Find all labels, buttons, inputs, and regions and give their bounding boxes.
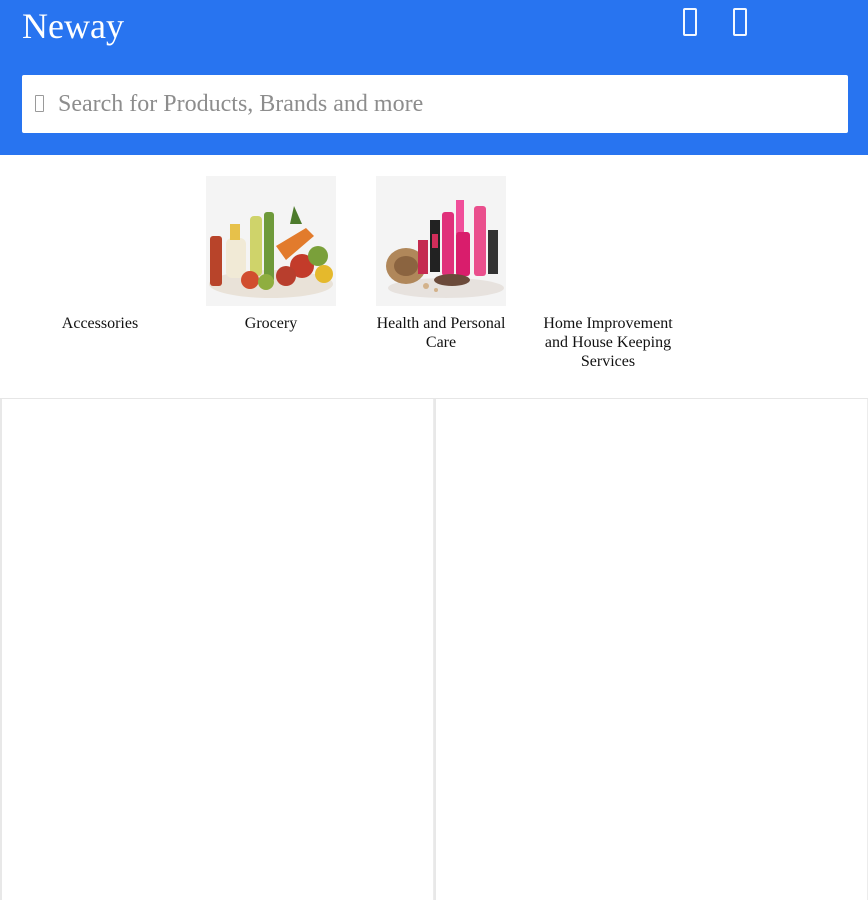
category-image: [543, 176, 673, 306]
search-bar[interactable]: [22, 75, 848, 133]
category-health-personal-care[interactable]: Health and Personal Care: [366, 176, 516, 352]
grocery-image: [206, 176, 336, 306]
category-label: Accessories: [61, 315, 139, 332]
category-home-improvement[interactable]: Home Improvement and House Keeping Servi…: [533, 176, 683, 371]
brand-logo[interactable]: Neway: [22, 4, 124, 48]
category-accessories[interactable]: Accessories: [25, 176, 175, 333]
search-input[interactable]: [58, 75, 828, 133]
category-label: Grocery: [244, 315, 298, 332]
content-panel-right: [434, 399, 868, 900]
category-label: Health and Personal Care: [376, 315, 506, 351]
top-header: Neway: [0, 0, 868, 155]
category-label: Home Improvement and House Keeping Servi…: [543, 315, 673, 370]
health-care-image: [376, 176, 506, 306]
header-action-icon-1[interactable]: [683, 8, 697, 36]
search-icon: [35, 95, 44, 112]
category-image: [35, 176, 165, 306]
content-panel-left: [0, 399, 434, 900]
header-action-icon-2[interactable]: [733, 8, 747, 36]
category-grocery[interactable]: Grocery: [196, 176, 346, 333]
